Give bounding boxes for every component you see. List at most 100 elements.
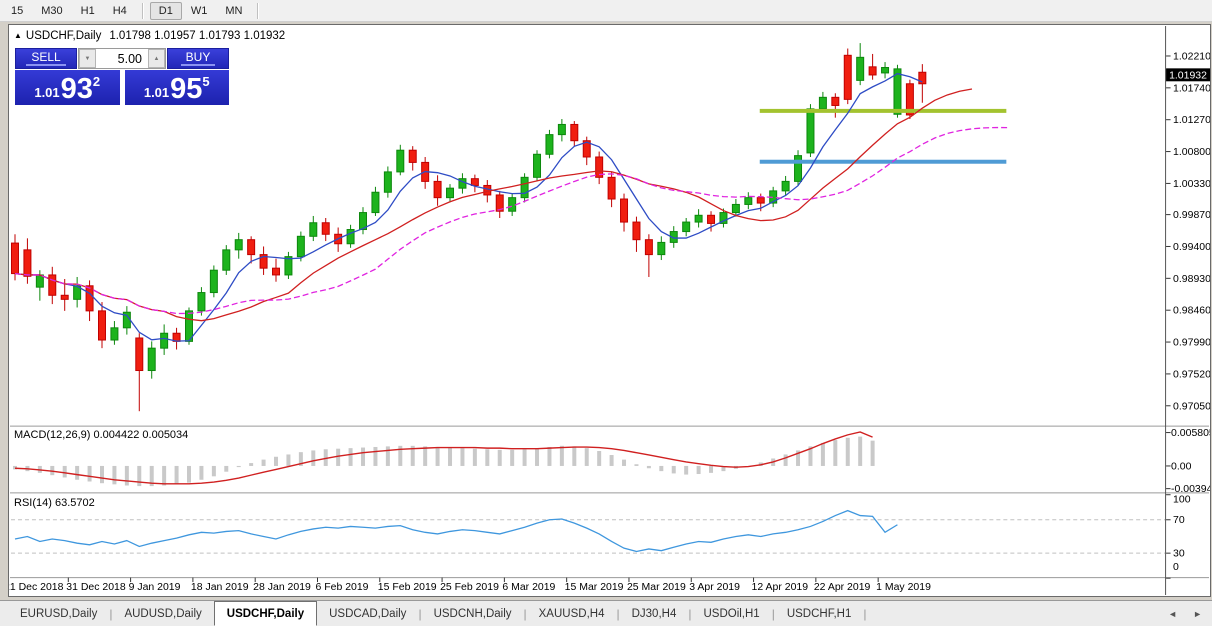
- price-tick-label: 0.98460: [1173, 306, 1210, 317]
- buy-button-label: BUY: [181, 51, 216, 66]
- date-tick-label: 3 Apr 2019: [689, 582, 740, 593]
- chart-canvas[interactable]: 1.022101.017401.012701.008001.003300.998…: [9, 25, 1210, 596]
- rsi-tick-label: 0: [1173, 562, 1179, 573]
- macd-histogram-bar: [672, 466, 676, 473]
- collapse-trade-panel-icon[interactable]: ▲: [14, 31, 22, 40]
- macd-histogram-bar: [224, 466, 228, 472]
- date-tick-label: 6 Feb 2019: [315, 582, 368, 593]
- macd-tick-label: 0.005805: [1171, 428, 1210, 439]
- macd-histogram-bar: [709, 466, 713, 473]
- tab-XAUUSD-H4[interactable]: XAUUSD,H4: [527, 601, 617, 626]
- price-tick-label: 1.02210: [1173, 51, 1210, 62]
- price-tick-label: 1.00800: [1173, 147, 1210, 158]
- trading-terminal: 15M30H1H4 D1W1MN 1.02210 1.01740 1.01270 1.0…: [0, 0, 1212, 626]
- sell-price-pip: 2: [93, 75, 100, 88]
- timeframe-button-H4[interactable]: H4: [104, 2, 136, 20]
- tab-USDCAD-Daily[interactable]: USDCAD,Daily: [317, 601, 418, 626]
- macd-histogram-bar: [274, 457, 278, 466]
- macd-histogram-bar: [833, 440, 837, 466]
- price-tick-label: 0.99870: [1173, 210, 1210, 221]
- macd-histogram-bar: [75, 466, 79, 480]
- one-click-trading-panel: SELL ▼ 5.00 ▲ BUY 1.01 93 2 1.01: [15, 48, 229, 105]
- date-tick-label: 12 Apr 2019: [752, 582, 809, 593]
- volume-decrease-button[interactable]: ▼: [79, 49, 96, 68]
- timeframe-button-H1[interactable]: H1: [72, 2, 104, 20]
- macd-histogram-bar: [237, 466, 241, 467]
- macd-histogram-bar: [175, 466, 179, 484]
- price-axis: 1.022101.017401.012701.008001.003300.998…: [1166, 51, 1210, 412]
- price-tick-label: 1.01270: [1173, 115, 1210, 126]
- tab-AUDUSD-Daily[interactable]: AUDUSD,Daily: [112, 601, 213, 626]
- macd-histogram-bar: [460, 448, 464, 466]
- macd-histogram-bar: [436, 447, 440, 466]
- macd-histogram-bar: [659, 466, 663, 471]
- date-tick-label: 21 Dec 2018: [9, 582, 64, 593]
- date-tick-label: 22 Apr 2019: [814, 582, 871, 593]
- sell-button-label: SELL: [26, 51, 65, 66]
- rsi-line: [15, 511, 897, 552]
- buy-price-display[interactable]: 1.01 95 5: [125, 70, 230, 105]
- tab-DJ30-H4[interactable]: DJ30,H4: [620, 601, 689, 626]
- macd-histogram-bar: [100, 466, 104, 483]
- macd-histogram-bar: [112, 466, 116, 484]
- timeframe-toolbar: 15M30H1H4 D1W1MN: [0, 0, 1212, 22]
- price-tick-label: 0.97050: [1173, 401, 1210, 412]
- tab-EURUSD-Daily[interactable]: EURUSD,Daily: [8, 601, 109, 626]
- volume-increase-button[interactable]: ▲: [148, 49, 165, 68]
- resistance-line[interactable]: [760, 109, 1007, 113]
- tab-scroll-left-icon[interactable]: ◄: [1168, 609, 1177, 619]
- support-line[interactable]: [760, 160, 1007, 164]
- tab-USDCNH-Daily[interactable]: USDCNH,Daily: [422, 601, 524, 626]
- chart-window: 1.022101.017401.012701.008001.003300.998…: [8, 24, 1211, 597]
- timeframe-button-M30[interactable]: M30: [32, 2, 71, 20]
- tab-scroll-arrows: ◄►: [1168, 601, 1212, 626]
- sell-price-big: 93: [61, 77, 93, 102]
- date-tick-label: 15 Mar 2019: [565, 582, 624, 593]
- macd-histogram-bar: [212, 466, 216, 476]
- rsi-indicator-label: RSI(14) 63.5702: [14, 497, 95, 509]
- macd-histogram-bar: [647, 466, 651, 468]
- rsi-panel: 10070300: [11, 494, 1191, 578]
- tab-scroll-right-icon[interactable]: ►: [1193, 609, 1202, 619]
- rsi-tick-label: 100: [1173, 494, 1191, 505]
- date-tick-label: 6 Mar 2019: [502, 582, 555, 593]
- macd-histogram-bar: [125, 466, 129, 486]
- macd-histogram-bar: [784, 454, 788, 466]
- macd-tick-label: 0.00: [1171, 461, 1192, 472]
- macd-histogram-bar: [498, 450, 502, 466]
- macd-histogram-bar: [547, 447, 551, 466]
- buy-button[interactable]: BUY: [167, 48, 229, 69]
- rsi-tick-label: 30: [1173, 549, 1185, 560]
- timeframe-button-W1[interactable]: W1: [182, 2, 217, 20]
- timeframe-button-MN[interactable]: MN: [216, 2, 251, 20]
- macd-histogram-bar: [634, 464, 638, 466]
- date-tick-label: 9 Jan 2019: [129, 582, 181, 593]
- tab-USDCHF-H1[interactable]: USDCHF,H1: [775, 601, 864, 626]
- macd-histogram-bar: [821, 443, 825, 466]
- timeframe-button-D1[interactable]: D1: [150, 2, 182, 20]
- sell-price-prefix: 1.01: [34, 86, 59, 102]
- ma-medium-line: [15, 89, 972, 321]
- price-tick-label: 0.99400: [1173, 242, 1210, 253]
- timeframe-button-15[interactable]: 15: [2, 2, 32, 20]
- sell-price-display[interactable]: 1.01 93 2: [15, 70, 120, 105]
- macd-histogram-bar: [585, 448, 589, 466]
- current-price-badge: 1.01932: [1166, 68, 1210, 81]
- toolbar-divider: [142, 3, 144, 19]
- macd-histogram-bar: [373, 447, 377, 466]
- date-tick-label: 18 Jan 2019: [191, 582, 249, 593]
- price-tick-label: 0.97520: [1173, 369, 1210, 380]
- macd-histogram-bar: [560, 446, 564, 466]
- macd-histogram-bar: [199, 466, 203, 480]
- sell-button[interactable]: SELL: [15, 48, 77, 69]
- toolbar-divider: [257, 3, 259, 19]
- buy-price-pip: 5: [202, 75, 209, 88]
- macd-histogram-bar: [684, 466, 688, 475]
- chart-tabs-bar: EURUSD,Daily|AUDUSD,DailyUSDCHF,DailyUSD…: [0, 600, 1212, 626]
- macd-histogram-bar: [249, 463, 253, 466]
- macd-histogram-bar: [572, 446, 576, 466]
- tab-USDOil-H1[interactable]: USDOil,H1: [691, 601, 771, 626]
- volume-input[interactable]: 5.00: [96, 49, 148, 68]
- tab-USDCHF-Daily[interactable]: USDCHF,Daily: [214, 601, 317, 626]
- price-tick-label: 1.01740: [1173, 83, 1210, 94]
